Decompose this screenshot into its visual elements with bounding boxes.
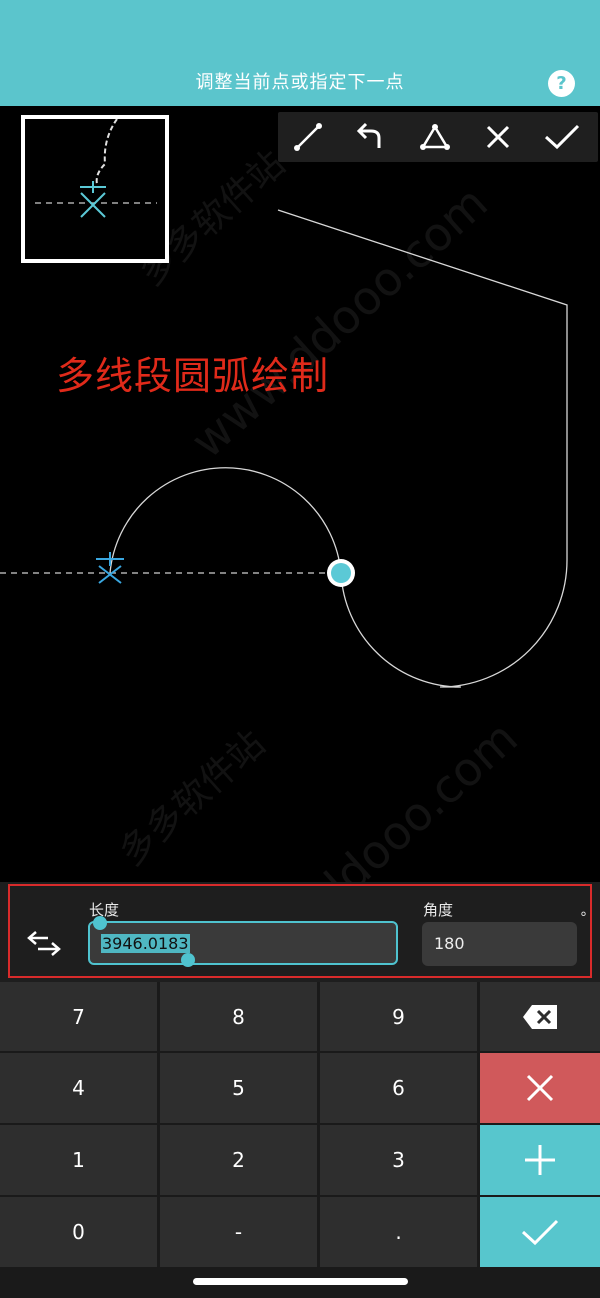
key-6[interactable]: 6 <box>320 1053 477 1123</box>
check-icon[interactable] <box>532 112 592 162</box>
key-1[interactable]: 1 <box>0 1125 157 1195</box>
numeric-keypad: 7 8 9 4 5 6 1 2 3 0 - . <box>0 982 600 1298</box>
key-5[interactable]: 5 <box>160 1053 317 1123</box>
add-button[interactable] <box>480 1125 600 1195</box>
length-value: 3946.0183 <box>101 934 190 953</box>
key-8[interactable]: 8 <box>160 982 317 1051</box>
degree-symbol: ° <box>580 910 587 926</box>
check-icon <box>521 1219 559 1246</box>
key-decimal[interactable]: . <box>320 1197 477 1267</box>
plus-icon <box>525 1145 555 1175</box>
confirm-button[interactable] <box>480 1197 600 1267</box>
key-2[interactable]: 2 <box>160 1125 317 1195</box>
page-title: 调整当前点或指定下一点 <box>195 72 405 93</box>
clear-button[interactable] <box>480 1053 600 1123</box>
angle-field[interactable]: 180 <box>422 922 577 966</box>
help-button[interactable]: ? <box>548 70 575 97</box>
undo-icon[interactable] <box>340 112 400 162</box>
key-9[interactable]: 9 <box>320 982 477 1051</box>
key-7[interactable]: 7 <box>0 982 157 1051</box>
selection-handle-start[interactable] <box>93 916 107 930</box>
backspace-button[interactable] <box>480 982 600 1051</box>
selection-handle-end[interactable] <box>181 953 195 967</box>
angle-label: 角度 <box>423 901 454 919</box>
existing-polyline <box>277 209 568 688</box>
key-minus[interactable]: - <box>160 1197 317 1267</box>
draw-toolbar <box>278 112 598 162</box>
close-icon[interactable] <box>468 112 528 162</box>
length-field[interactable]: 3946.0183 <box>88 921 398 965</box>
angle-value: 180 <box>434 934 465 953</box>
home-indicator[interactable] <box>193 1278 408 1285</box>
drawing-caption: 多线段圆弧绘制 <box>56 354 330 398</box>
key-3[interactable]: 3 <box>320 1125 477 1195</box>
close-icon <box>526 1074 554 1102</box>
header-bar: 调整当前点或指定下一点 ? <box>0 0 600 106</box>
key-0[interactable]: 0 <box>0 1197 157 1267</box>
swap-icon[interactable] <box>26 930 62 956</box>
lower-arc <box>340 572 462 688</box>
key-4[interactable]: 4 <box>0 1053 157 1123</box>
triangle-icon[interactable] <box>405 112 465 162</box>
minimap <box>21 115 169 263</box>
backspace-icon <box>523 1004 557 1029</box>
line-icon[interactable] <box>278 112 338 162</box>
upper-arc <box>109 467 342 574</box>
